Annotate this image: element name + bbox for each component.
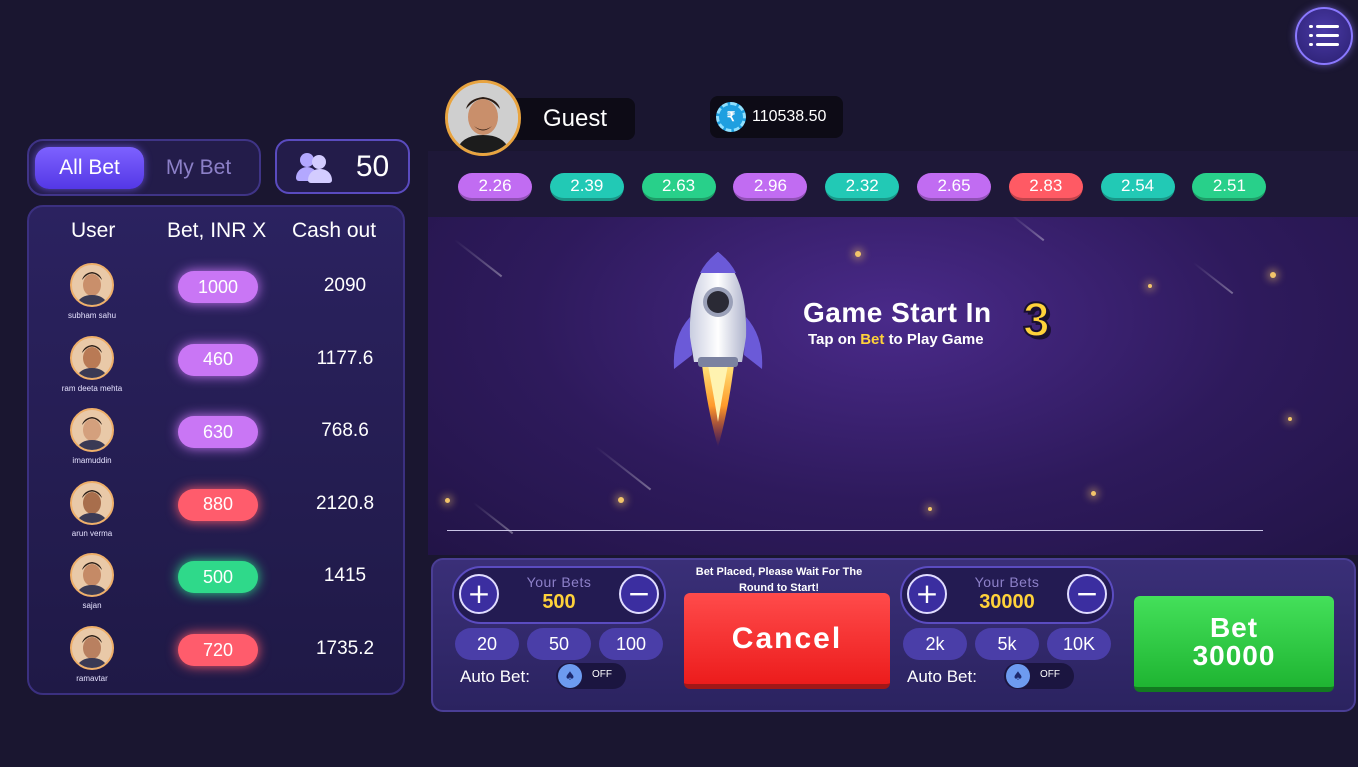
decrease-bet-button-right[interactable]: − [1067, 574, 1107, 614]
auto-bet-toggle-right[interactable]: ♠ OFF [1004, 663, 1074, 689]
cashout-value: 2090 [323, 275, 367, 296]
cashout-value: 2120.8 [315, 492, 375, 514]
balance-display: ₹ 110538.50 [710, 96, 843, 138]
column-user: User [71, 219, 116, 242]
avatar [70, 263, 114, 307]
bet-amount-badge: 460 [178, 343, 258, 376]
toggle-state-right: OFF [1040, 669, 1060, 680]
user-name: subham sahu [67, 311, 117, 320]
bet-amount-badge: 1000 [178, 271, 258, 303]
user-name: imamuddin [72, 456, 112, 466]
chip-100[interactable]: 100 [599, 628, 663, 660]
bets-panel: User Bet, INR X Cash out subham sahu 1000… [27, 205, 405, 695]
user-name: ramavtar [76, 674, 108, 683]
subtitle-highlight: Bet [860, 331, 885, 348]
multiplier-badge: 2.65 [917, 173, 991, 201]
avatar [70, 553, 114, 598]
multiplier-badge: 2.83 [1008, 173, 1083, 201]
subtitle-pre: Tap on [808, 331, 857, 348]
chip-50[interactable]: 50 [527, 628, 591, 660]
multiplier-badge: 2.96 [733, 173, 808, 201]
avatar [70, 408, 114, 453]
countdown-value: 3 [1022, 293, 1051, 348]
multiplier-badge: 2.54 [1100, 173, 1175, 201]
user-avatar[interactable] [445, 80, 521, 156]
avatar [70, 335, 114, 380]
players-count: 50 [355, 149, 390, 183]
table-row: arun verma 880 2120.8 [29, 480, 403, 553]
minus-icon: − [1075, 577, 1099, 610]
ground-line [447, 530, 1263, 531]
bet-tabs: All Bet My Bet [27, 139, 261, 196]
cashout-value: 1735.2 [315, 638, 375, 659]
chip-10k[interactable]: 10K [1047, 628, 1111, 660]
column-bet: Bet, INR X [167, 219, 267, 242]
bet-amount-badge: 500 [178, 561, 258, 594]
multiplier-badge: 2.63 [641, 173, 716, 201]
multiplier-history: 2.26 2.39 2.63 2.96 2.32 2.65 2.83 2.54 2.51 [428, 151, 1358, 217]
toggle-state-left: OFF [592, 669, 612, 680]
bet-amount-badge: 880 [178, 488, 258, 521]
bet-button-amount: 30000 [1192, 639, 1276, 671]
game-start-title: Game Start In [803, 297, 992, 328]
bet-stepper-right: + Your Bets 30000 − [900, 566, 1114, 624]
chip-2k[interactable]: 2k [903, 628, 967, 660]
table-row: ram deeta mehta 460 1177.6 [29, 335, 403, 408]
bets-table-header: User Bet, INR X Cash out [29, 219, 403, 245]
cashout-value: 768.6 [321, 420, 369, 442]
bet-stepper-left: + Your Bets 500 − [452, 566, 666, 624]
auto-bet-label-right: Auto Bet: [907, 667, 977, 686]
rupee-coin-icon: ₹ [716, 102, 746, 132]
bet-amount-badge: 720 [178, 634, 258, 666]
table-row: ramavtar 720 1735.2 [29, 626, 403, 698]
bet-amount-badge: 630 [178, 416, 258, 449]
spade-icon: ♠ [558, 664, 582, 688]
menu-button[interactable] [1295, 7, 1353, 65]
game-start-subtitle: Tap on Bet to Play Game [808, 331, 984, 348]
balance-value: 110538.50 [752, 108, 827, 125]
multiplier-badge: 2.51 [1192, 173, 1267, 201]
user-name-label: Guest [505, 98, 635, 140]
table-row: imamuddin 630 768.6 [29, 408, 403, 480]
cancel-button[interactable]: Cancel [684, 593, 890, 689]
tab-my-bet[interactable]: My Bet [144, 147, 253, 189]
bet-button[interactable]: Bet 30000 [1134, 596, 1334, 692]
game-area: Game Start In 3 Tap on Bet to Play Game [428, 217, 1358, 555]
multiplier-badge: 2.39 [549, 173, 624, 201]
cashout-value: 1177.6 [316, 347, 374, 369]
chip-20[interactable]: 20 [455, 628, 519, 660]
user-name: arun verma [71, 528, 113, 538]
chip-5k[interactable]: 5k [975, 628, 1039, 660]
auto-bet-toggle-left[interactable]: ♠ OFF [556, 663, 626, 689]
players-count-box: 50 [275, 139, 410, 194]
menu-icon [1309, 25, 1339, 47]
table-row: sajan 500 1415 [29, 553, 403, 625]
tab-all-bet[interactable]: All Bet [35, 146, 144, 189]
spade-icon: ♠ [1006, 664, 1030, 688]
avatar [70, 626, 114, 670]
column-cashout: Cash out [292, 219, 377, 242]
user-name: ram deeta mehta [61, 383, 123, 393]
status-message: Bet Placed, Please Wait For The Round to… [695, 566, 863, 594]
decrease-bet-button-left[interactable]: − [619, 574, 659, 614]
bet-controls: + Your Bets 500 − 20 50 100 Auto Bet: ♠ … [431, 558, 1356, 712]
multiplier-badge: 2.32 [825, 173, 900, 201]
avatar [70, 480, 114, 525]
user-name: sajan [82, 601, 102, 611]
users-icon [295, 151, 334, 183]
minus-icon: − [627, 577, 651, 610]
subtitle-post: to Play Game [888, 331, 984, 348]
cashout-value: 1415 [323, 565, 367, 587]
multiplier-badge: 2.26 [458, 173, 532, 201]
auto-bet-label-left: Auto Bet: [460, 667, 530, 686]
table-row: subham sahu 1000 2090 [29, 263, 403, 335]
rocket-icon [673, 252, 763, 447]
bet-button-label: Bet [1209, 611, 1259, 643]
